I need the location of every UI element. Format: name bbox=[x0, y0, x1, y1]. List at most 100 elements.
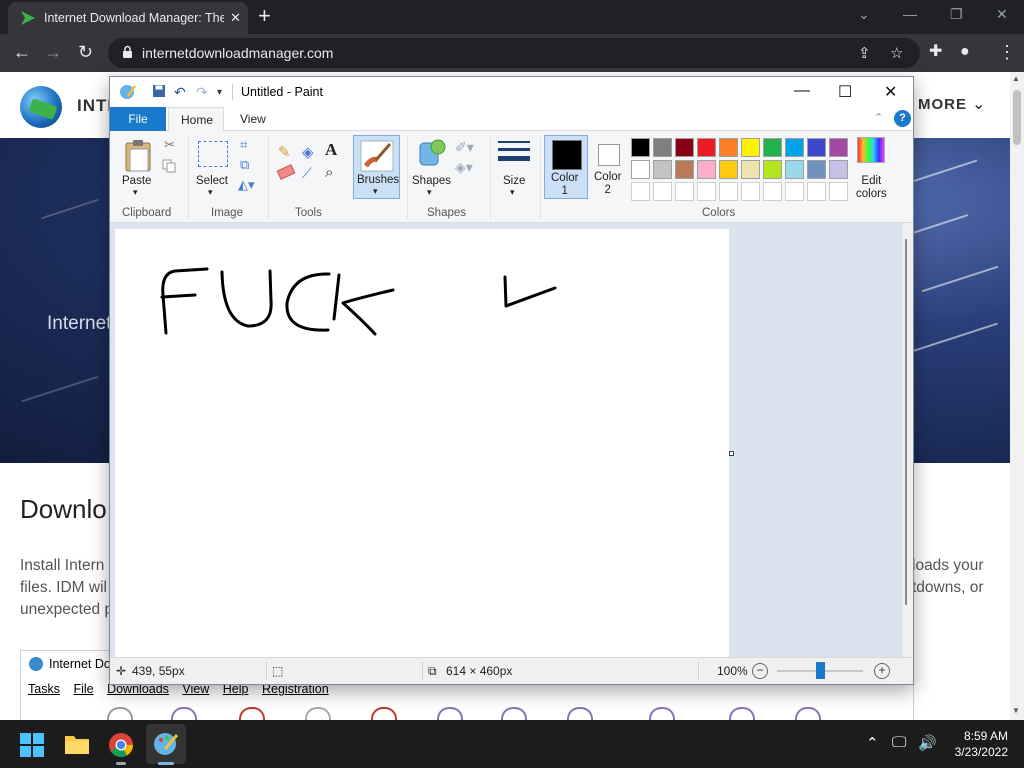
idm-toolbar-icon[interactable] bbox=[729, 707, 755, 720]
idm-toolbar-icon[interactable] bbox=[567, 707, 593, 720]
scroll-down-icon[interactable]: ▼ bbox=[1012, 706, 1020, 715]
palette-empty-swatch[interactable] bbox=[763, 182, 782, 201]
shapes-dropdown-icon[interactable]: ▾ bbox=[427, 187, 432, 198]
paint-taskbar-button[interactable] bbox=[146, 724, 186, 764]
page-scroll-thumb[interactable] bbox=[1013, 90, 1021, 145]
outline-icon[interactable]: ✐▾ bbox=[455, 139, 474, 156]
scroll-up-icon[interactable]: ▲ bbox=[1012, 74, 1020, 83]
idm-toolbar-icon[interactable] bbox=[371, 707, 397, 720]
restore-icon[interactable]: ❐ bbox=[950, 6, 963, 23]
paint-minimize-icon[interactable]: — bbox=[794, 82, 810, 100]
text-icon[interactable]: A bbox=[325, 140, 337, 160]
palette-empty-swatch[interactable] bbox=[829, 182, 848, 201]
back-icon[interactable]: ← bbox=[13, 42, 31, 62]
palette-swatch[interactable] bbox=[631, 160, 650, 179]
chevron-down-icon[interactable]: ⌄ bbox=[972, 94, 985, 114]
palette-empty-swatch[interactable] bbox=[807, 182, 826, 201]
palette-swatch[interactable] bbox=[807, 138, 826, 157]
shape-fill-icon[interactable]: ◈▾ bbox=[455, 159, 473, 176]
close-window-icon[interactable]: ✕ bbox=[996, 6, 1008, 23]
rotate-icon[interactable]: ◭▾ bbox=[238, 177, 255, 193]
shapes-icon[interactable] bbox=[416, 137, 448, 174]
undo-icon[interactable]: ↶ bbox=[174, 84, 186, 101]
page-scrollbar[interactable]: ▲ ▼ bbox=[1010, 72, 1024, 720]
palette-swatch[interactable] bbox=[719, 160, 738, 179]
idm-menu-tasks[interactable]: Tasks bbox=[28, 682, 60, 696]
minimize-icon[interactable]: — bbox=[903, 6, 917, 22]
color1-button[interactable]: Color 1 bbox=[544, 135, 588, 199]
save-icon[interactable] bbox=[152, 84, 166, 101]
palette-swatch[interactable] bbox=[675, 160, 694, 179]
brushes-button[interactable]: Brushes ▾ bbox=[353, 135, 400, 199]
paste-dropdown-icon[interactable]: ▾ bbox=[133, 187, 138, 198]
tab-home[interactable]: Home bbox=[168, 107, 224, 132]
palette-empty-swatch[interactable] bbox=[697, 182, 716, 201]
file-explorer-icon[interactable] bbox=[64, 733, 90, 760]
idm-toolbar-icon[interactable] bbox=[501, 707, 527, 720]
pencil-icon[interactable]: ✎ bbox=[278, 143, 291, 161]
eraser-icon[interactable] bbox=[276, 164, 296, 180]
reload-icon[interactable]: ↻ bbox=[78, 42, 93, 62]
select-label[interactable]: Select bbox=[196, 175, 228, 187]
idm-menu-file[interactable]: File bbox=[73, 682, 93, 696]
palette-swatch[interactable] bbox=[653, 160, 672, 179]
idm-toolbar-icon[interactable] bbox=[437, 707, 463, 720]
profile-icon[interactable]: ● bbox=[960, 42, 970, 62]
paint-app-icon[interactable] bbox=[119, 84, 137, 103]
palette-empty-swatch[interactable] bbox=[741, 182, 760, 201]
bookmark-star-icon[interactable]: ☆ bbox=[890, 44, 903, 62]
copy-icon[interactable] bbox=[162, 159, 176, 178]
network-icon[interactable]: 🖵 bbox=[892, 734, 906, 751]
palette-swatch[interactable] bbox=[829, 138, 848, 157]
color-picker-icon[interactable]: ⟋ bbox=[302, 165, 312, 182]
tab-search-icon[interactable]: ⌄ bbox=[858, 6, 870, 23]
zoom-in-button[interactable]: + bbox=[874, 663, 890, 679]
tab-view[interactable]: View bbox=[240, 112, 266, 126]
customize-qat-icon[interactable]: ▾ bbox=[217, 87, 222, 98]
more-menu[interactable]: MORE bbox=[918, 96, 967, 113]
palette-swatch[interactable] bbox=[719, 138, 738, 157]
color2-button[interactable]: Color 2 bbox=[592, 135, 630, 199]
palette-swatch[interactable] bbox=[631, 138, 650, 157]
file-tab[interactable]: File bbox=[110, 107, 166, 131]
chrome-menu-icon[interactable]: ⋮ bbox=[998, 42, 1016, 62]
idm-toolbar-icon[interactable] bbox=[239, 707, 265, 720]
paste-icon[interactable] bbox=[124, 139, 152, 178]
shapes-label[interactable]: Shapes bbox=[412, 175, 451, 187]
canvas-resize-handle[interactable] bbox=[729, 451, 734, 456]
zoom-slider-thumb[interactable] bbox=[816, 662, 825, 679]
drawing-canvas[interactable] bbox=[115, 229, 729, 657]
close-tab-icon[interactable]: ✕ bbox=[230, 10, 241, 26]
select-icon[interactable] bbox=[198, 141, 228, 167]
crop-icon[interactable]: ⌗ bbox=[240, 137, 247, 153]
idm-toolbar-icon[interactable] bbox=[171, 707, 197, 720]
show-hidden-icons[interactable]: ⌃ bbox=[866, 734, 879, 752]
help-icon[interactable]: ? bbox=[894, 110, 911, 127]
palette-swatch[interactable] bbox=[653, 138, 672, 157]
palette-swatch[interactable] bbox=[697, 138, 716, 157]
paint-maximize-icon[interactable]: ☐ bbox=[838, 82, 852, 102]
start-icon[interactable] bbox=[20, 733, 44, 762]
palette-swatch[interactable] bbox=[785, 138, 804, 157]
new-tab-button[interactable]: + bbox=[258, 5, 271, 27]
palette-swatch[interactable] bbox=[697, 160, 716, 179]
palette-empty-swatch[interactable] bbox=[675, 182, 694, 201]
select-dropdown-icon[interactable]: ▾ bbox=[208, 187, 213, 198]
palette-empty-swatch[interactable] bbox=[785, 182, 804, 201]
forward-icon[interactable]: → bbox=[44, 42, 62, 62]
palette-empty-swatch[interactable] bbox=[719, 182, 738, 201]
chrome-icon[interactable] bbox=[108, 732, 134, 763]
palette-empty-swatch[interactable] bbox=[631, 182, 650, 201]
idm-toolbar-icon[interactable] bbox=[107, 707, 133, 720]
idm-toolbar-icon[interactable] bbox=[795, 707, 821, 720]
palette-swatch[interactable] bbox=[829, 160, 848, 179]
magnifier-icon[interactable]: ⌕ bbox=[325, 164, 333, 181]
idm-toolbar-icon[interactable] bbox=[305, 707, 331, 720]
palette-empty-swatch[interactable] bbox=[653, 182, 672, 201]
size-label[interactable]: Size bbox=[503, 175, 525, 187]
share-icon[interactable]: ⇪ bbox=[858, 44, 871, 62]
browser-tab[interactable]: Internet Download Manager: The ✕ bbox=[8, 2, 248, 34]
resize-icon[interactable]: ⧉ bbox=[240, 157, 249, 173]
edit-colors-label[interactable]: Edit colors bbox=[856, 175, 887, 201]
extensions-icon[interactable]: ✚ bbox=[929, 42, 942, 62]
